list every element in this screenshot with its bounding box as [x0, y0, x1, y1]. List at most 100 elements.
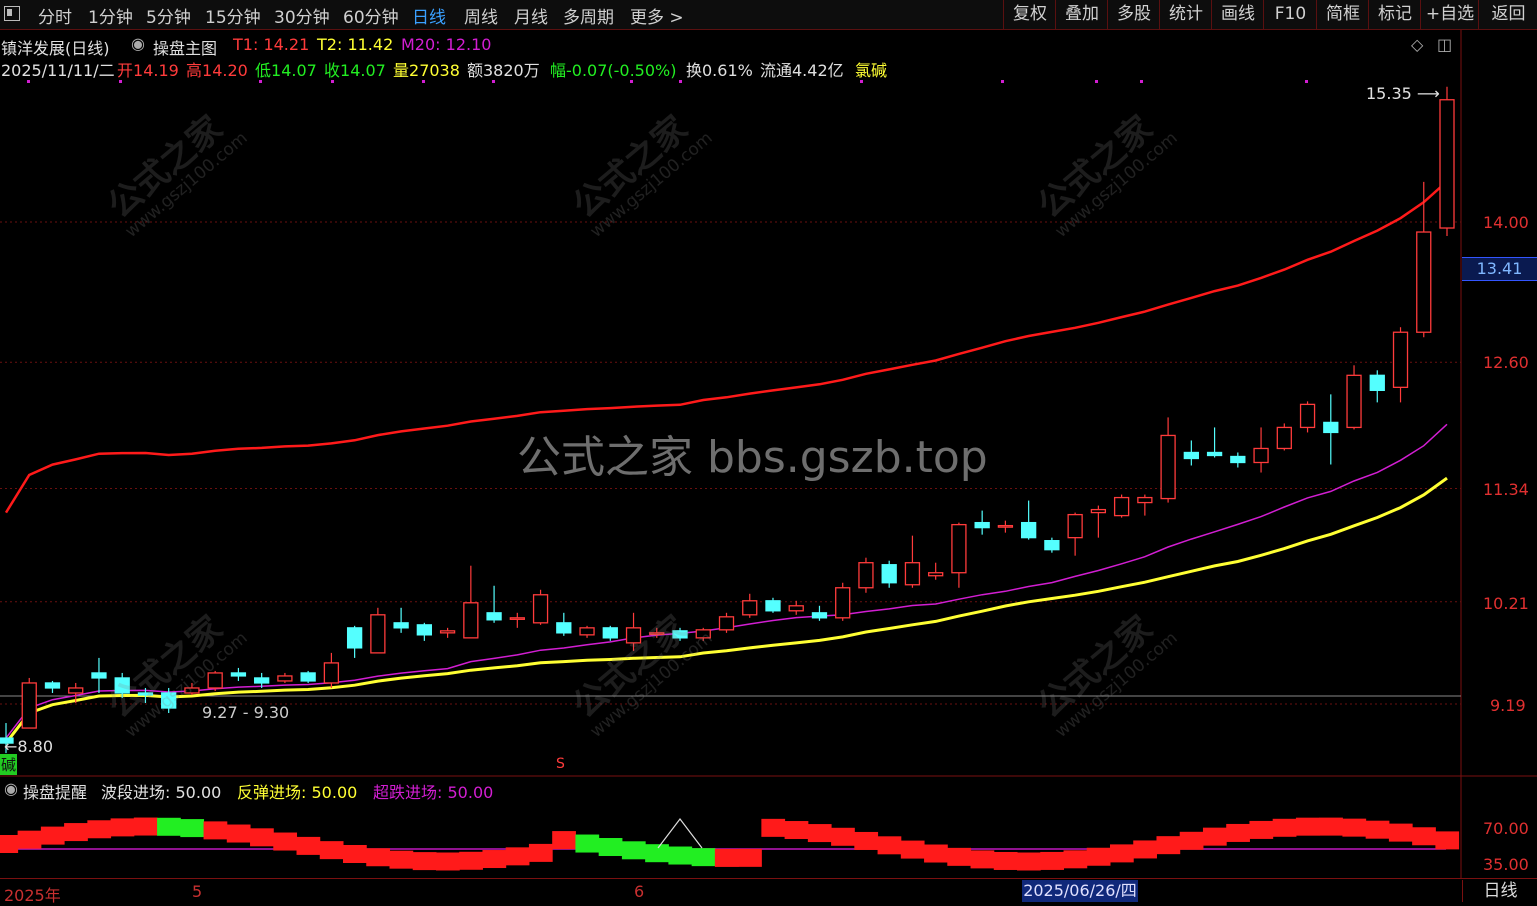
subpanel-bar	[64, 823, 88, 842]
candle	[974, 510, 990, 535]
candle	[416, 622, 433, 641]
candle	[742, 593, 758, 618]
candle	[1253, 427, 1269, 473]
subpanel-bar	[319, 841, 344, 860]
candle-body	[881, 564, 897, 584]
subpanel-bar	[598, 838, 623, 857]
candle	[1392, 327, 1409, 403]
time-label: 2025年	[4, 886, 61, 905]
triangle-signal	[657, 818, 703, 849]
quote-concept[interactable]: 氯碱	[855, 57, 887, 81]
quote-open: 开14.19	[117, 57, 179, 81]
subpanel-bar	[412, 852, 437, 871]
period-indicator[interactable]: 日线	[1462, 880, 1537, 902]
subpanel-bar	[17, 830, 42, 849]
candle	[788, 600, 804, 615]
subpanel-value2: 反弹进场: 50.00	[237, 779, 357, 803]
t2-label: T2:	[317, 35, 343, 54]
subpanel-bar	[389, 850, 414, 869]
subpanel-bar	[1365, 820, 1390, 839]
concept-tag: 碱	[0, 754, 18, 775]
value3: 50.00	[447, 783, 494, 802]
quote-change: 幅-0.07(-0.50%)	[550, 61, 677, 80]
subpanel-tick: 70.00	[1483, 819, 1529, 838]
candle-body	[1090, 508, 1107, 514]
candle-body	[416, 624, 433, 636]
candle	[346, 625, 363, 658]
candle-body	[579, 627, 595, 636]
subpanel-bar	[87, 820, 112, 839]
settings-icon[interactable]: ◉	[131, 34, 145, 53]
subpanel-bar	[0, 835, 19, 853]
candle	[1206, 427, 1223, 458]
marker-dot	[679, 80, 682, 83]
candle-body	[486, 612, 502, 621]
candle-body	[277, 675, 293, 682]
m20-value: 12.10	[445, 35, 492, 54]
high-label: 高	[186, 61, 203, 80]
candle-body	[997, 524, 1014, 528]
candle	[1346, 365, 1362, 430]
subpanel-settings-icon[interactable]: ◉	[4, 779, 18, 798]
candle	[1137, 494, 1153, 516]
candle-body	[1113, 496, 1130, 517]
candle	[997, 520, 1014, 533]
subpanel-bar	[296, 836, 321, 855]
candle-body	[439, 630, 456, 634]
candle	[486, 585, 502, 623]
subpanel-bar	[970, 850, 995, 869]
subpanel-title[interactable]: 操盘提醒	[23, 779, 87, 803]
quote-close: 收14.07	[324, 57, 386, 81]
subpanel-bar	[528, 843, 553, 862]
subpanel-bar	[900, 840, 925, 859]
candle	[928, 562, 944, 580]
candle	[1230, 452, 1246, 468]
indicator-name[interactable]: 操盘主图	[153, 35, 217, 59]
candle-body	[463, 602, 479, 639]
vol-value: 27038	[409, 61, 460, 80]
quote-low: 低14.07	[255, 57, 317, 81]
candle	[718, 612, 735, 633]
panel-toggle-icon[interactable]: ◫	[1437, 35, 1452, 54]
candle-body	[254, 677, 270, 684]
candle-body	[858, 562, 874, 589]
m20-label: M20:	[401, 35, 441, 54]
candle	[1113, 494, 1130, 518]
range-mark: 9.27 - 9.30	[202, 703, 290, 722]
subpanel-bar	[1319, 817, 1343, 836]
candle-body	[1416, 231, 1432, 333]
low-label: 低	[255, 61, 272, 80]
candle	[1299, 401, 1316, 433]
marker-dot	[1140, 80, 1143, 83]
subpanel-bar	[1017, 852, 1041, 871]
subpanel-bar	[993, 851, 1018, 870]
subpanel-bar	[1133, 840, 1157, 859]
stock-name[interactable]: 镇洋发展(日线)	[1, 35, 110, 59]
subpanel-bar	[133, 817, 158, 836]
candle-body	[602, 627, 618, 639]
value2: 50.00	[311, 783, 358, 802]
subpanel-bar	[1063, 850, 1088, 869]
price-tick: 14.00	[1483, 213, 1529, 232]
subpanel-bar	[1226, 823, 1250, 842]
label1: 波段进场:	[101, 783, 171, 802]
subpanel-bar	[110, 818, 135, 837]
candle	[277, 672, 293, 683]
arrow-right-icon: ⟶	[1411, 84, 1440, 103]
price-tick: 9.19	[1490, 696, 1526, 715]
candle-body	[21, 682, 37, 729]
low-value: 14.07	[271, 61, 317, 80]
candle-body	[532, 594, 549, 624]
marker-dot	[1305, 80, 1308, 83]
diamond-icon[interactable]: ◇	[1411, 35, 1423, 54]
subpanel-bar	[738, 848, 762, 867]
quote-float-cap: 流通4.42亿	[760, 61, 844, 80]
subpanel-bar	[877, 836, 902, 855]
subpanel-bar	[157, 817, 181, 836]
candle	[21, 677, 37, 729]
candle	[323, 652, 340, 688]
candle-body	[1206, 451, 1223, 457]
marker-dot	[1095, 80, 1098, 83]
candle-body	[835, 587, 851, 619]
subpanel-bar	[691, 848, 716, 867]
